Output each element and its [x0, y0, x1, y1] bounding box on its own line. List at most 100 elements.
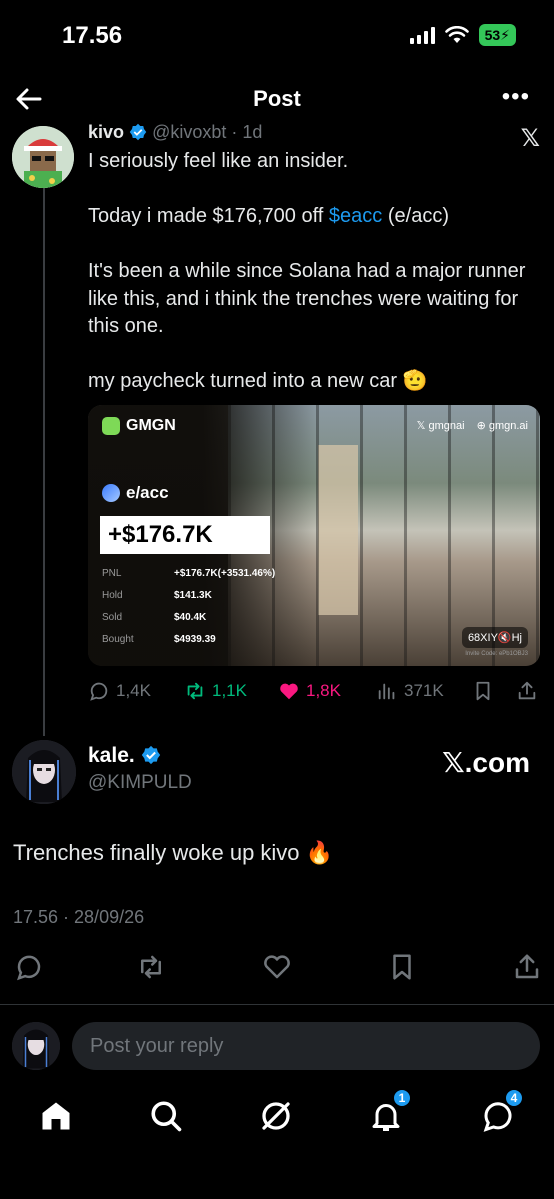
reply-icon: [90, 682, 108, 701]
media-links: 𝕏 gmgnai ⊕ gmgn.ai: [417, 419, 528, 432]
cashtag-link[interactable]: $eacc: [329, 205, 382, 227]
avatar-kivo-illustration: [12, 126, 74, 188]
page-title: Post: [253, 86, 301, 111]
bookmark-icon[interactable]: [387, 952, 417, 982]
heart-icon[interactable]: [262, 952, 292, 982]
separator-dot: ·: [231, 122, 238, 142]
like-button[interactable]: 1,8K: [278, 680, 341, 702]
brand-name: GMGN: [126, 417, 176, 434]
status-time: 17.56: [62, 22, 123, 49]
invite-code: Invite Code: ePb1OBJ3: [465, 651, 528, 657]
stat-value: $40.4K: [174, 612, 207, 623]
status-bar: 17.56 53 ⚡: [0, 0, 554, 70]
bottom-tab-bar: 1 4: [0, 1088, 554, 1140]
repost-icon[interactable]: [136, 952, 166, 982]
stat-row: PNL +$176.7K(+3531.46%): [102, 568, 275, 590]
wifi-icon: [444, 26, 469, 43]
bookmark-icon[interactable]: [472, 680, 494, 702]
post-timestamp[interactable]: 17.56 · 28/09/26: [13, 907, 144, 928]
author-handle[interactable]: @kivoxbt: [152, 122, 226, 142]
quoted-post-header: kivo @kivoxbt · 1d: [88, 122, 262, 142]
main-author-row: kale.: [88, 744, 161, 768]
share-icon[interactable]: [516, 680, 538, 702]
stat-value: $141.3K: [174, 590, 212, 601]
chip-suffix: Hj: [511, 632, 522, 644]
charging-icon: ⚡: [500, 26, 510, 43]
messages-tab[interactable]: 4: [480, 1088, 524, 1134]
main-post-text: Trenches finally woke up kivo 🔥: [13, 840, 334, 865]
quoted-post-text: I seriously feel like an insider. Today …: [88, 148, 538, 396]
messages-badge: 4: [504, 1088, 524, 1108]
stat-label: Hold: [102, 590, 123, 601]
post-line: Today i made $176,700 off: [88, 205, 329, 227]
post-line: It's been a while since Solana had a maj…: [88, 260, 531, 337]
mute-toggle[interactable]: 68XIY🔇Hj: [461, 627, 528, 648]
battery-level: 53: [484, 27, 501, 43]
verified-badge-icon: [141, 745, 160, 765]
stat-value: $4939.39: [174, 634, 216, 645]
reply-icon[interactable]: [14, 952, 44, 982]
reply-count: 1,4K: [116, 681, 151, 700]
more-options-icon[interactable]: •••: [502, 85, 530, 109]
notifications-badge: 1: [392, 1088, 412, 1108]
cellular-signal-icon: [409, 26, 435, 44]
reply-button[interactable]: 1,4K: [88, 680, 151, 702]
post-line: (e/acc): [382, 205, 449, 227]
author-name[interactable]: kale.: [88, 744, 135, 767]
frog-icon: [102, 417, 120, 435]
heart-icon: [280, 683, 298, 700]
reply-input[interactable]: [72, 1022, 540, 1070]
chip-text: 68XIY: [467, 632, 498, 644]
gmgn-logo: GMGN: [102, 417, 176, 435]
home-icon[interactable]: [38, 1098, 74, 1134]
views-count: 371K: [404, 681, 444, 700]
divider: [0, 1004, 554, 1005]
link-x-text: gmgnai: [428, 420, 465, 432]
repost-count: 1,1K: [212, 681, 247, 700]
avatar-self-illustration: [12, 1022, 60, 1070]
post-line: I seriously feel like an insider.: [88, 150, 349, 172]
notifications-tab[interactable]: 1: [368, 1088, 412, 1134]
quoted-post-actions: 1,4K 1,1K 1,8K 371K: [88, 678, 540, 704]
battery-indicator: 53 ⚡: [478, 24, 516, 46]
media-link-x: 𝕏 gmgnai: [416, 420, 465, 432]
stat-row: Hold $141.3K: [102, 590, 275, 612]
stat-row: Sold $40.4K: [102, 612, 275, 634]
reply-bar: [0, 1020, 554, 1072]
token-name: e/acc: [126, 483, 169, 502]
share-icon[interactable]: [512, 952, 542, 982]
stat-value: +$176.7K(+3531.46%): [174, 568, 276, 579]
verified-badge-icon: [129, 123, 147, 141]
author-name[interactable]: kivo: [88, 122, 124, 142]
repost-icon: [187, 682, 203, 700]
author-handle[interactable]: @KIMPULD: [88, 772, 192, 794]
stat-label: Sold: [102, 612, 123, 623]
post-age: 1d: [242, 122, 263, 142]
token-icon: [102, 484, 120, 502]
link-web-text: gmgn.ai: [488, 420, 528, 432]
views-button[interactable]: 371K: [376, 680, 444, 702]
thread-line: [43, 180, 45, 736]
avatar: [12, 1022, 60, 1070]
pnl-headline: +$176.7K: [100, 516, 270, 554]
top-nav: Post •••: [0, 80, 554, 116]
status-icons: 53 ⚡: [409, 24, 516, 46]
views-icon: [378, 683, 395, 700]
like-count: 1,8K: [306, 681, 341, 700]
stat-row: Bought $4939.39: [102, 634, 275, 656]
stat-label: Bought: [102, 634, 134, 645]
media-link-web: ⊕ gmgn.ai: [477, 419, 528, 432]
grok-icon[interactable]: [258, 1098, 294, 1134]
post-media-image[interactable]: GMGN 𝕏 gmgnai ⊕ gmgn.ai e/acc +$176.7K P…: [88, 405, 540, 666]
token-label: e/acc: [102, 483, 169, 503]
main-post-actions: [14, 952, 542, 982]
avatar-kale-illustration: [12, 740, 76, 804]
post-line: my paycheck turned into a new car 🫡: [88, 370, 428, 392]
globe-icon: ⊕: [476, 420, 486, 432]
repost-button[interactable]: 1,1K: [184, 680, 247, 702]
avatar[interactable]: [12, 740, 76, 804]
source-label: 𝕏.com: [442, 747, 530, 778]
avatar[interactable]: [12, 126, 74, 188]
stat-label: PNL: [102, 568, 122, 579]
search-icon[interactable]: [148, 1098, 184, 1134]
